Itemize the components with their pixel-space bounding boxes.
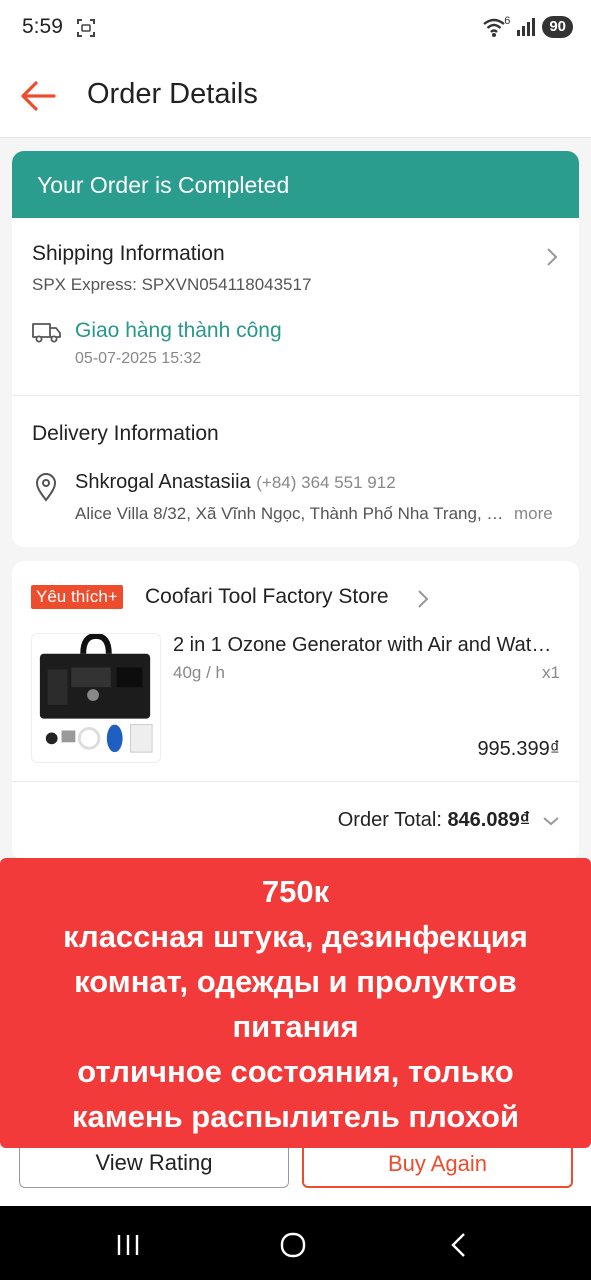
delivery-status: Giao hàng thành công (75, 319, 282, 342)
screenshot-icon (77, 19, 95, 37)
order-total: Order Total: 846.089₫ (338, 809, 530, 832)
battery-indicator: 90 (542, 16, 573, 38)
caption-line: отличное состояния, только (77, 1054, 514, 1089)
caption-line: камень распылитель плохой (71, 1099, 520, 1134)
product-price: 995.399₫ (477, 738, 560, 760)
clock: 5:59 (22, 15, 63, 38)
caption-line: комнат, одежды и пролуктов (74, 964, 517, 999)
page-title: Order Details (87, 78, 258, 110)
order-total-value: 846.089₫ (447, 809, 530, 831)
caption-line: классная штука, дезинфекция (63, 919, 528, 954)
receiver-phone: (+84) 364 551 912 (256, 473, 396, 492)
chevron-down-icon[interactable] (542, 815, 560, 827)
chevron-right-icon[interactable] (545, 247, 559, 267)
status-bar: 5:59 6 90 (0, 0, 591, 56)
product-variant: 40g / h (173, 663, 225, 682)
delivery-section: Delivery Information Shkrogal Anastasiia… (12, 396, 579, 547)
receiver-name: Shkrogal Anastasiia (75, 471, 251, 493)
truck-icon (32, 323, 61, 343)
shipping-title: Shipping Information (32, 242, 225, 265)
home-icon[interactable] (278, 1230, 308, 1260)
tracking-number: SPX Express: SPXVN054118043517 (32, 275, 312, 294)
signal-icon (517, 18, 536, 36)
delivery-status-time: 05-07-2025 15:32 (75, 350, 202, 367)
shipping-section[interactable]: Shipping Information SPX Express: SPXVN0… (12, 218, 579, 396)
location-pin-icon (35, 473, 57, 502)
system-nav-bar (0, 1206, 591, 1280)
order-status-banner: Your Order is Completed (12, 151, 579, 218)
product-image[interactable] (31, 633, 161, 763)
app-header: Order Details (0, 56, 591, 138)
caption-overlay: 750к классная штука, дезинфекция комнат,… (0, 858, 591, 1148)
buy-again-button[interactable]: Buy Again (302, 1142, 573, 1188)
order-total-row[interactable]: Order Total: 846.089₫ (12, 781, 579, 861)
receiver-row: Shkrogal Anastasiia (+84) 364 551 912 (75, 471, 396, 494)
chevron-right-icon[interactable] (416, 589, 430, 609)
order-card: Your Order is Completed Shipping Informa… (12, 151, 579, 547)
product-name[interactable]: 2 in 1 Ozone Generator with Air and Wate… (173, 634, 561, 657)
delivery-title: Delivery Information (32, 422, 219, 445)
address-more-link[interactable]: more (514, 504, 553, 524)
shop-name[interactable]: Coofari Tool Factory Store (145, 585, 389, 609)
product-quantity: x1 (542, 663, 560, 682)
network-label: 6 (504, 15, 511, 27)
order-total-label: Order Total: (337, 809, 442, 831)
bottom-action-bar: View Rating Buy Again (0, 1142, 591, 1206)
back-arrow-icon[interactable] (18, 78, 58, 114)
shop-card: Yêu thích+ Coofari Tool Factory Store 2 … (12, 561, 579, 861)
caption-line: питания (232, 1009, 359, 1044)
status-icons: 6 90 (482, 15, 573, 38)
caption-line: 750к (261, 874, 330, 909)
favorite-plus-badge: Yêu thích+ (31, 585, 123, 609)
recent-apps-icon[interactable] (113, 1230, 143, 1260)
back-nav-icon[interactable] (444, 1230, 474, 1260)
receiver-address: Alice Villa 8/32, Xã Vĩnh Ngọc, Thành Ph… (75, 504, 507, 523)
view-rating-button[interactable]: View Rating (19, 1142, 289, 1188)
